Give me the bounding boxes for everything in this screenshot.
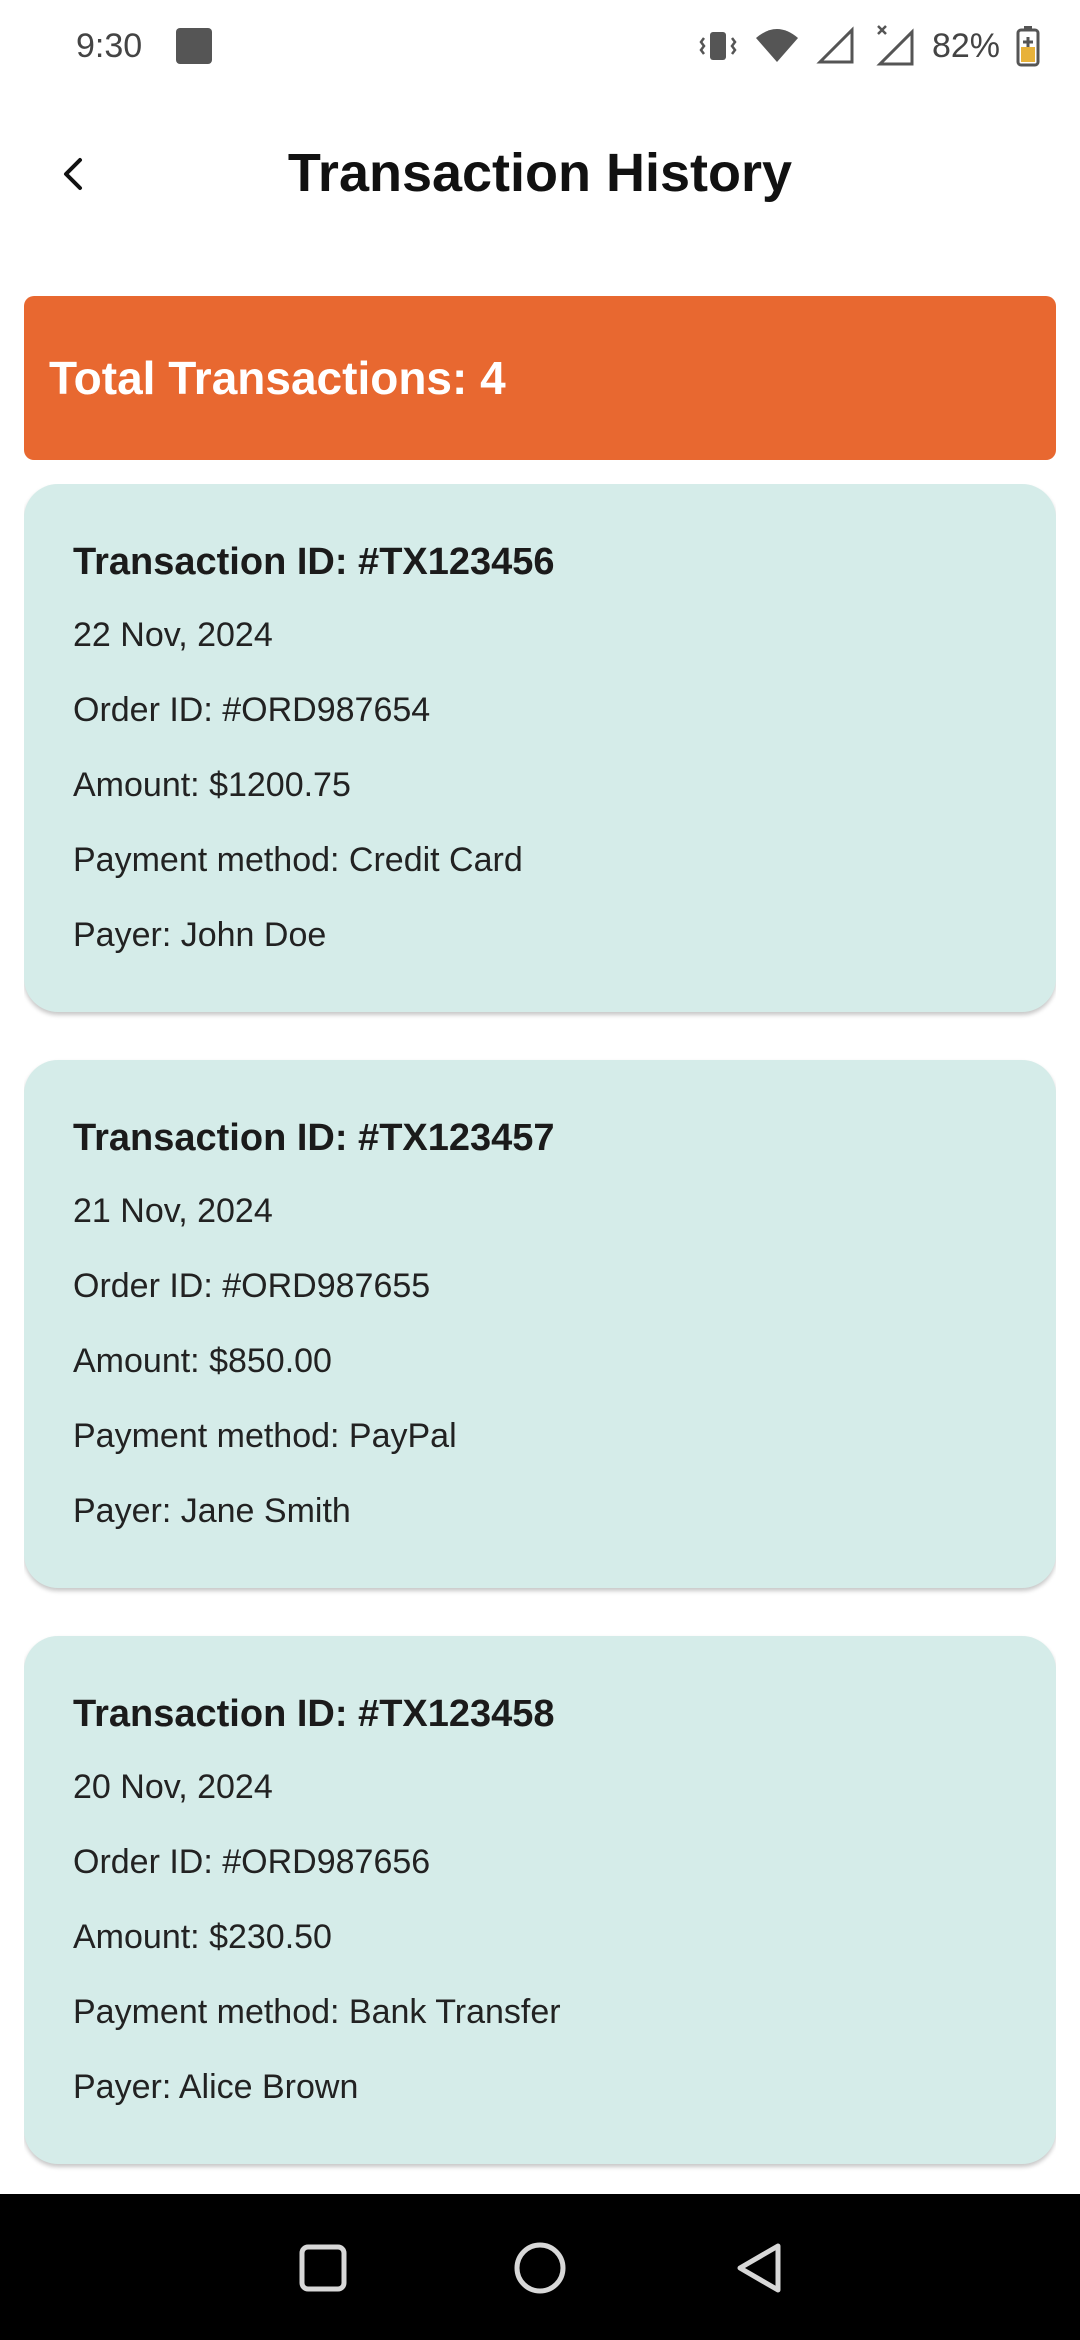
transaction-amount: Amount: $1200.75 bbox=[73, 766, 351, 804]
home-button[interactable] bbox=[502, 2230, 578, 2306]
transaction-payer: Payer: Alice Brown bbox=[73, 2068, 359, 2106]
transaction-order-id: Order ID: #ORD987655 bbox=[73, 1267, 431, 1305]
notification-square-icon bbox=[176, 28, 213, 64]
transaction-date: 22 Nov, 2024 bbox=[73, 616, 273, 654]
battery-charging-icon bbox=[1016, 25, 1040, 67]
status-time: 9:30 bbox=[76, 26, 143, 65]
wifi-icon bbox=[754, 26, 800, 66]
back-nav-button[interactable] bbox=[722, 2230, 798, 2306]
signal-icon bbox=[816, 26, 856, 66]
transaction-date: 21 Nov, 2024 bbox=[73, 1192, 273, 1230]
transaction-order-id: Order ID: #ORD987656 bbox=[73, 1843, 431, 1881]
transaction-id: Transaction ID: #TX123458 bbox=[73, 1693, 555, 1735]
transaction-payment-method: Payment method: PayPal bbox=[73, 1417, 457, 1455]
transaction-payer: Payer: John Doe bbox=[73, 916, 327, 954]
transaction-date: 20 Nov, 2024 bbox=[73, 1768, 273, 1806]
total-transactions-label: Total Transactions: 4 bbox=[49, 352, 506, 404]
page-title: Transaction History bbox=[287, 143, 793, 203]
recents-button[interactable] bbox=[285, 2230, 361, 2306]
transaction-id: Transaction ID: #TX123457 bbox=[73, 1117, 555, 1159]
signal-no-data-icon bbox=[872, 24, 916, 68]
transaction-card[interactable]: Transaction ID: #TX123457 21 Nov, 2024 O… bbox=[24, 1060, 1056, 1588]
transaction-payment-method: Payment method: Credit Card bbox=[73, 841, 523, 879]
total-transactions-banner: Total Transactions: 4 bbox=[24, 296, 1056, 460]
transaction-amount: Amount: $850.00 bbox=[73, 1342, 332, 1380]
recents-square-icon bbox=[299, 2244, 347, 2292]
app-bar: Transaction History bbox=[0, 92, 1080, 260]
home-circle-icon bbox=[514, 2242, 566, 2294]
battery-percentage: 82% bbox=[931, 26, 1000, 65]
transaction-payment-method: Payment method: Bank Transfer bbox=[73, 1993, 561, 2031]
vibrate-icon bbox=[698, 26, 738, 66]
status-bar: 9:30 82% bbox=[0, 0, 1080, 92]
transaction-card[interactable]: Transaction ID: #TX123456 22 Nov, 2024 O… bbox=[24, 484, 1056, 1012]
back-triangle-icon bbox=[737, 2243, 781, 2293]
transaction-list[interactable]: Transaction ID: #TX123456 22 Nov, 2024 O… bbox=[24, 484, 1056, 2194]
transaction-order-id: Order ID: #ORD987654 bbox=[73, 691, 431, 729]
transaction-id: Transaction ID: #TX123456 bbox=[73, 541, 555, 583]
transaction-card[interactable]: Transaction ID: #TX123458 20 Nov, 2024 O… bbox=[24, 1636, 1056, 2164]
system-navigation-bar bbox=[0, 2194, 1080, 2340]
transaction-amount: Amount: $230.50 bbox=[73, 1918, 332, 1956]
transaction-payer: Payer: Jane Smith bbox=[73, 1492, 351, 1530]
